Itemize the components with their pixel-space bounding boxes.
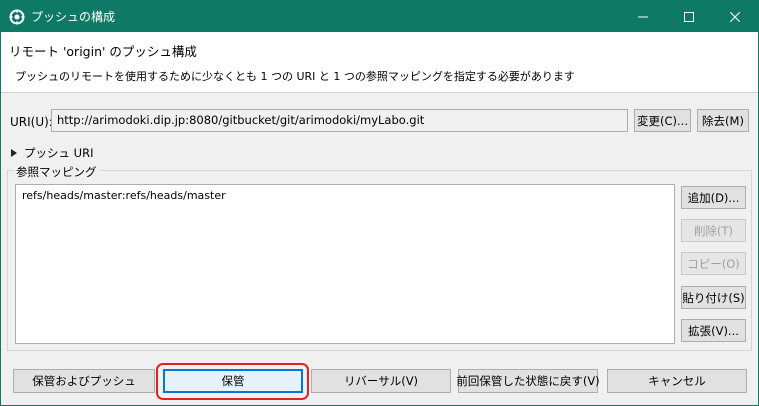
close-button[interactable] — [712, 1, 758, 32]
change-uri-button[interactable]: 変更(C)... — [634, 109, 691, 132]
refspec-list[interactable]: refs/heads/master:refs/heads/master — [15, 184, 675, 344]
dialog-header: リモート 'origin' のプッシュ構成 プッシュのリモートを使用するために少… — [1, 32, 758, 93]
expand-arrow-icon — [11, 149, 17, 157]
maximize-button[interactable] — [666, 1, 712, 32]
header-description: プッシュのリモートを使用するために少なくとも 1 つの URI と 1 つの参照… — [15, 70, 575, 83]
maximize-icon — [684, 11, 694, 22]
remove-uri-button[interactable]: 除去(M) — [697, 109, 749, 132]
push-uri-label: プッシュ URI — [24, 146, 94, 160]
header-title: リモート 'origin' のプッシュ構成 — [9, 44, 197, 59]
window-title: プッシュの構成 — [31, 10, 116, 24]
save-and-push-button[interactable]: 保管およびプッシュ — [13, 369, 155, 393]
delete-refspec-button[interactable]: 削除(T) — [681, 219, 746, 242]
uri-field[interactable]: http://arimodoki.dip.jp:8080/gitbucket/g… — [51, 109, 628, 132]
eclipse-icon — [9, 9, 25, 25]
title-bar: プッシュの構成 — [1, 1, 758, 32]
minimize-button[interactable] — [620, 1, 666, 32]
close-icon — [730, 11, 740, 22]
minimize-icon — [638, 16, 648, 17]
list-item[interactable]: refs/heads/master:refs/heads/master — [22, 189, 226, 202]
push-uri-expander[interactable]: プッシュ URI — [10, 145, 93, 161]
push-config-dialog: プッシュの構成 リモート 'origin' のプッシュ構成 プッシュのリモートを… — [0, 0, 759, 406]
paste-refspec-button[interactable]: 貼り付け(S) — [681, 286, 746, 309]
restore-saved-button[interactable]: 前回保管した状態に戻す(V) — [456, 369, 600, 393]
expand-refspec-button[interactable]: 拡張(V)... — [681, 319, 746, 342]
revert-button[interactable]: リバーサル(V) — [311, 369, 451, 393]
uri-label: URI(U): — [10, 115, 53, 129]
save-button[interactable]: 保管 — [163, 369, 303, 393]
copy-refspec-button[interactable]: コピー(O) — [681, 252, 746, 275]
add-refspec-button[interactable]: 追加(D)... — [681, 186, 746, 209]
cancel-button[interactable]: キャンセル — [607, 369, 747, 393]
refspec-group-label: 参照マッピング — [14, 164, 99, 180]
